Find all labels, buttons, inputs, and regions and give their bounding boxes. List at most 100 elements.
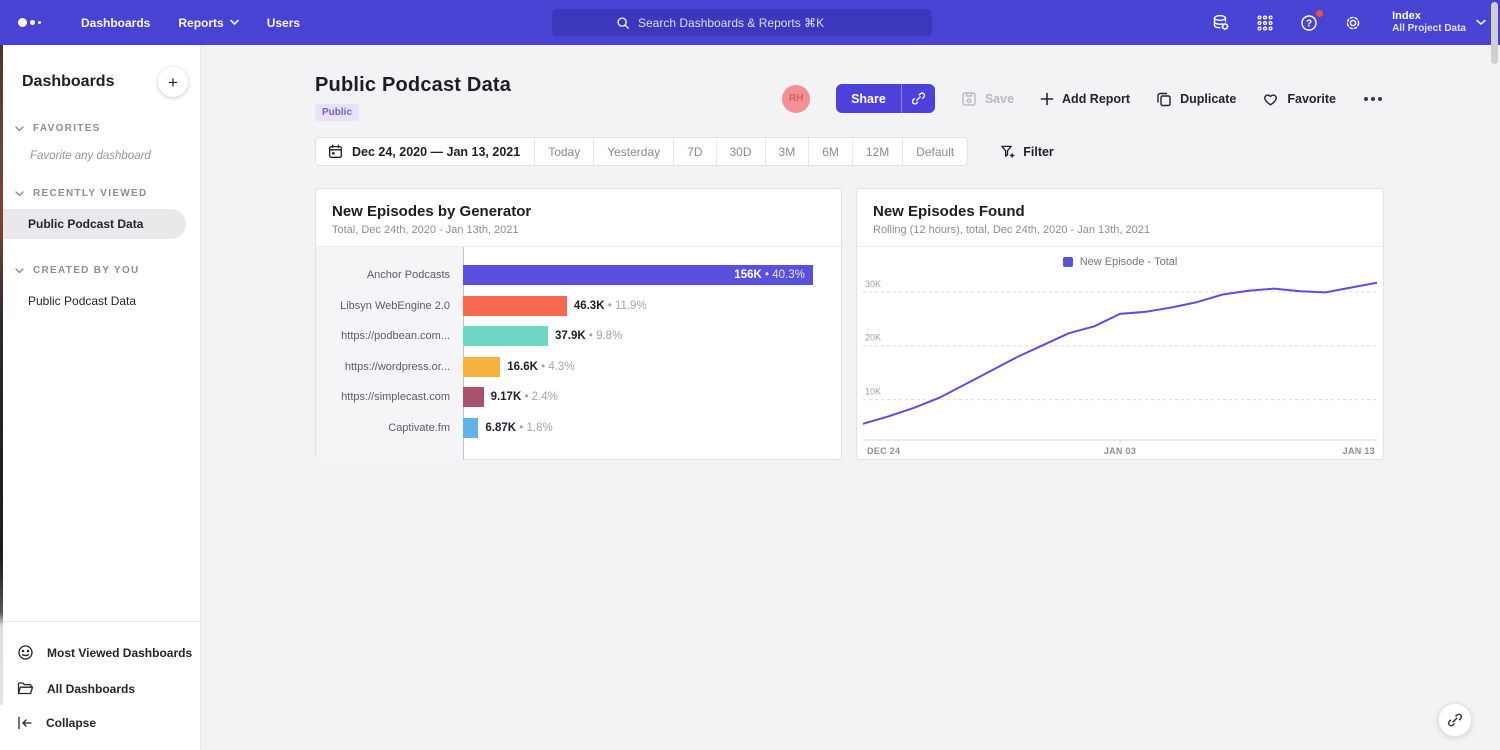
search-icon	[616, 16, 630, 30]
collapse-icon	[17, 716, 33, 730]
floating-link-button[interactable]	[1438, 703, 1472, 737]
add-report-label: Add Report	[1062, 92, 1130, 106]
chevron-down-icon	[1476, 19, 1486, 26]
bar-chart-subtitle: Total, Dec 24th, 2020 - Jan 13th, 2021	[332, 224, 825, 236]
bar-track: 156K • 40.3%	[463, 265, 841, 285]
share-link-button[interactable]	[901, 84, 935, 113]
bar-category-label: Anchor Podcasts	[316, 269, 463, 281]
bar-row: https://wordpress.or...16.6K • 4.3%	[316, 352, 841, 383]
nav-item-label: Reports	[178, 16, 223, 30]
share-button[interactable]: Share	[836, 84, 935, 113]
add-report-button[interactable]: Add Report	[1040, 92, 1130, 106]
nav-item-reports[interactable]: Reports	[164, 0, 252, 45]
sidebar-item-public-podcast-data[interactable]: Public Podcast Data	[0, 209, 186, 239]
settings-gear-icon[interactable]	[1342, 12, 1364, 34]
nav-item-label: Users	[267, 16, 300, 30]
bar[interactable]	[463, 296, 567, 316]
preset-default[interactable]: Default	[902, 138, 967, 165]
section-label: CREATED BY YOU	[33, 265, 140, 276]
nav-item-users[interactable]: Users	[253, 0, 314, 45]
chart-legend: New Episode - Total	[857, 256, 1383, 268]
sidebar-title: Dashboards	[22, 73, 114, 91]
sidebar-footer: Most Viewed Dashboards All Dashboards Co…	[0, 621, 200, 750]
x-tick-label: JAN 03	[1104, 446, 1136, 456]
date-range-picker[interactable]: Dec 24, 2020 — Jan 13, 2021	[316, 138, 534, 165]
bar-value-label: 46.3K • 11.9%	[574, 300, 647, 312]
all-dashboards-button[interactable]: All Dashboards	[0, 671, 200, 706]
plus-icon	[1040, 92, 1054, 106]
bar-chart-plot: Anchor Podcasts 156K • 40.3% Libsyn WebEng…	[316, 247, 841, 460]
bar[interactable]: 156K • 40.3%	[463, 265, 813, 285]
preset-30d[interactable]: 30D	[716, 138, 765, 165]
preset-yesterday[interactable]: Yesterday	[593, 138, 673, 165]
data-sources-icon[interactable]	[1210, 12, 1232, 34]
bar-row: Libsyn WebEngine 2.0 46.3K • 11.9%	[316, 291, 841, 322]
bar-row: https://simplecast.com9.17K • 2.4%	[316, 382, 841, 413]
bar-row: https://podbean.com...37.9K • 9.8%	[316, 321, 841, 352]
sidebar: Dashboards + FAVORITES Favorite any dash…	[0, 45, 201, 750]
main-content: Public Podcast Data Public RH Share	[201, 45, 1500, 750]
filter-button[interactable]: Filter	[1000, 144, 1054, 159]
chevron-down-icon	[15, 191, 24, 197]
bar-track: 6.87K • 1.8%	[463, 418, 841, 438]
workspace-switcher[interactable]: Index All Project Data	[1392, 10, 1486, 35]
sidebar-section-recently-viewed[interactable]: RECENTLY VIEWED	[0, 188, 200, 199]
favorites-empty-text: Favorite any dashboard	[0, 150, 200, 162]
mode-logo[interactable]	[18, 18, 41, 27]
favorite-button[interactable]: Favorite	[1262, 91, 1336, 107]
duplicate-icon	[1156, 91, 1172, 107]
x-tick-label: DEC 24	[867, 446, 900, 456]
avatar[interactable]: RH	[782, 85, 810, 113]
bar-value-label: 37.9K • 9.8%	[555, 330, 622, 342]
y-tick-label: 30K	[865, 279, 881, 289]
duplicate-button[interactable]: Duplicate	[1156, 91, 1236, 107]
smiley-icon	[17, 644, 34, 661]
heart-icon	[1262, 91, 1279, 107]
bar[interactable]	[463, 326, 548, 346]
sidebar-section-favorites[interactable]: FAVORITES	[0, 123, 200, 134]
help-icon[interactable]: ?	[1298, 12, 1320, 34]
add-dashboard-button[interactable]: +	[158, 67, 188, 97]
preset-6m[interactable]: 6M	[808, 138, 852, 165]
preset-3m[interactable]: 3M	[765, 138, 809, 165]
line-chart-plot[interactable]: 10K20K30KDEC 24JAN 03JAN 13	[863, 270, 1377, 458]
bar[interactable]	[463, 418, 478, 438]
bar-category-label: Libsyn WebEngine 2.0	[316, 300, 463, 312]
sidebar-section-created-by-you[interactable]: CREATED BY YOU	[0, 265, 200, 276]
svg-text:?: ?	[1306, 18, 1312, 29]
more-options-icon[interactable]	[1362, 93, 1384, 105]
save-button[interactable]: Save	[961, 91, 1014, 107]
legend-swatch	[1063, 257, 1073, 267]
y-tick-label: 20K	[865, 333, 881, 343]
collapse-sidebar-button[interactable]: Collapse	[0, 706, 200, 740]
section-label: FAVORITES	[33, 123, 101, 134]
global-search[interactable]	[552, 9, 932, 36]
nav-item-dashboards[interactable]: Dashboards	[67, 0, 164, 45]
workspace-name: Index	[1392, 10, 1466, 23]
preset-today[interactable]: Today	[534, 138, 593, 165]
line-series[interactable]	[863, 283, 1377, 424]
workspace-scope: All Project Data	[1392, 23, 1466, 35]
section-label: RECENTLY VIEWED	[33, 188, 148, 199]
bar-row: Anchor Podcasts 156K • 40.3%	[316, 260, 841, 291]
bar[interactable]	[463, 357, 500, 377]
footer-item-label: All Dashboards	[47, 682, 135, 696]
page-title: Public Podcast Data	[315, 74, 511, 97]
calendar-icon	[328, 144, 343, 159]
page-scrollbar[interactable]	[1491, 2, 1498, 64]
footer-item-label: Most Viewed Dashboards	[47, 646, 192, 660]
preset-7d[interactable]: 7D	[673, 138, 715, 165]
bar-category-label: Captivate.fm	[316, 422, 463, 434]
chevron-down-icon	[15, 268, 24, 274]
notification-badge	[1315, 9, 1324, 18]
search-input[interactable]	[638, 16, 868, 30]
bar[interactable]	[463, 387, 484, 407]
bar-value-label: 156K • 40.3%	[734, 269, 813, 281]
date-range-control: Dec 24, 2020 — Jan 13, 2021 Today Yester…	[315, 137, 968, 166]
apps-grid-icon[interactable]	[1254, 12, 1276, 34]
bar-track: 46.3K • 11.9%	[463, 296, 841, 316]
footer-item-label: Collapse	[46, 716, 96, 730]
preset-12m[interactable]: 12M	[852, 138, 902, 165]
sidebar-item-public-podcast-data-created[interactable]: Public Podcast Data	[0, 286, 200, 316]
most-viewed-dashboards-button[interactable]: Most Viewed Dashboards	[0, 634, 200, 671]
